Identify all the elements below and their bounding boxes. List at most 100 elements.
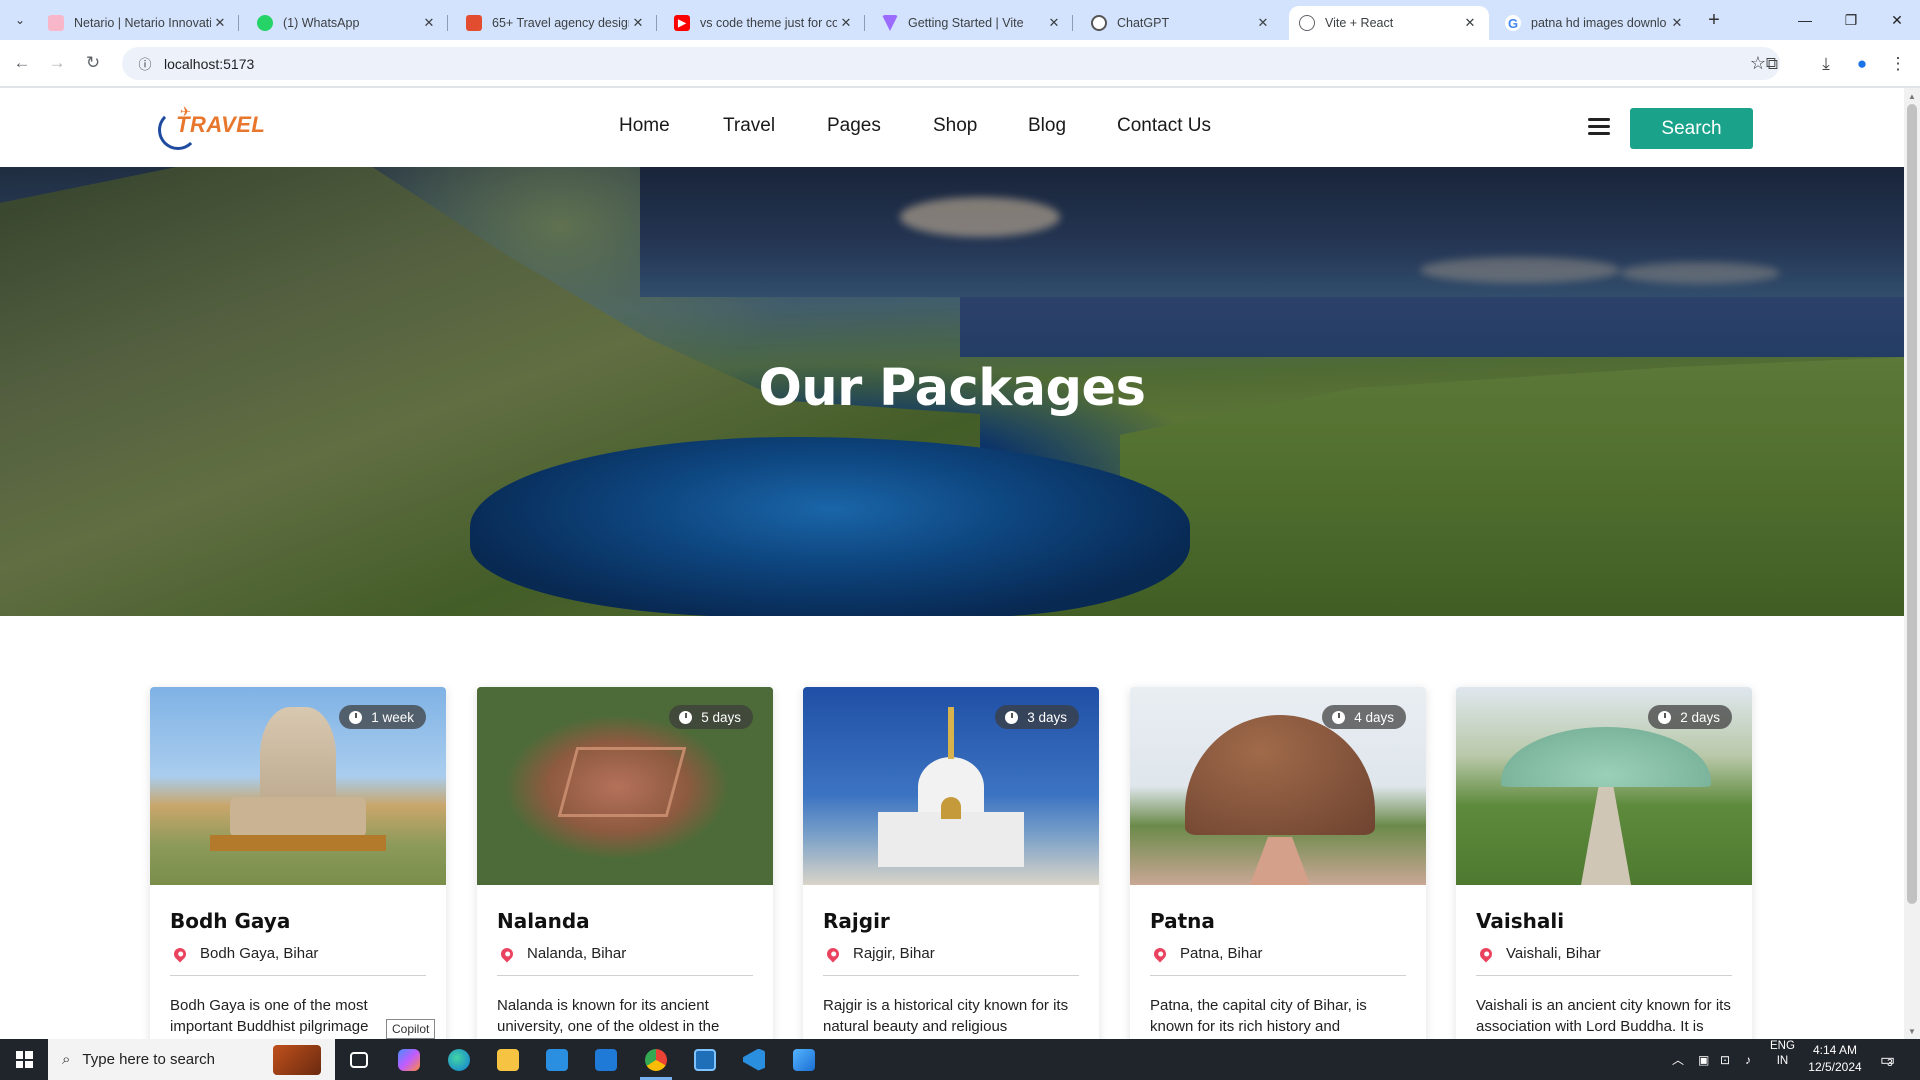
package-card[interactable]: 5 days Nalanda Nalanda, Bihar Nalanda is… <box>477 687 773 1039</box>
package-description: Patna, the capital city of Bihar, is kno… <box>1150 997 1367 1035</box>
address-url[interactable]: localhost:5173 <box>164 56 254 72</box>
browser-tab[interactable]: Getting Started | Vite ✕ <box>872 6 1073 40</box>
browser-tab-active[interactable]: Vite + React ✕ <box>1289 6 1489 40</box>
browser-tab[interactable]: ChatGPT ✕ <box>1081 6 1282 40</box>
tab-close-icon[interactable]: ✕ <box>837 14 855 32</box>
nav-shop[interactable]: Shop <box>933 115 977 137</box>
page-scrollbar[interactable]: ▲ ▼ <box>1904 88 1920 1039</box>
search-highlight-image <box>273 1045 321 1075</box>
browser-tab[interactable]: (1) WhatsApp ✕ <box>247 6 448 40</box>
hero-banner: Our Packages <box>0 167 1904 616</box>
location-pin-icon <box>498 945 516 962</box>
extensions-icon[interactable]: ⧉ <box>1760 52 1784 76</box>
tab-favicon-icon <box>1299 15 1315 31</box>
forward-icon[interactable]: → <box>44 50 70 76</box>
nav-home[interactable]: Home <box>619 115 670 137</box>
browser-tab[interactable]: 65+ Travel agency design ✕ <box>456 6 657 40</box>
copilot-icon[interactable] <box>385 1039 433 1080</box>
volume-icon[interactable]: ♪ <box>1745 1039 1751 1080</box>
chrome-icon[interactable] <box>632 1039 680 1080</box>
package-card[interactable]: 3 days Rajgir Rajgir, Bihar Rajgir is a … <box>803 687 1099 1039</box>
site-logo[interactable]: ✈ TRAVEL <box>158 104 265 152</box>
tab-title: ChatGPT <box>1117 16 1170 30</box>
file-explorer-icon[interactable] <box>484 1039 532 1080</box>
taskbar-search-box[interactable]: ⌕ Type here to search <box>48 1039 335 1080</box>
restore-icon[interactable]: ❐ <box>1828 0 1874 40</box>
mail-icon[interactable] <box>582 1039 630 1080</box>
tab-close-icon[interactable]: ✕ <box>1254 14 1272 32</box>
edge-icon[interactable] <box>435 1039 483 1080</box>
location-text: Patna, Bihar <box>1180 945 1263 962</box>
start-button[interactable] <box>0 1039 48 1080</box>
browser-tab-strip: ⌄ Netario | Netario Innovati ✕ (1) Whats… <box>0 0 1920 40</box>
tab-separator <box>447 15 448 31</box>
nav-contact-us[interactable]: Contact Us <box>1117 115 1211 137</box>
nav-travel[interactable]: Travel <box>723 115 775 137</box>
windows-taskbar: ⌕ Type here to search ︿ ▣ ⊡ ♪ ENG IN 4:1… <box>0 1039 1920 1080</box>
nav-blog[interactable]: Blog <box>1028 115 1066 137</box>
scrollbar-thumb[interactable] <box>1907 104 1917 904</box>
system-clock[interactable]: 4:14 AM 12/5/2024 <box>1800 1042 1870 1076</box>
show-hidden-icons-icon[interactable]: ︿ <box>1672 1039 1684 1080</box>
package-name: Rajgir <box>823 909 890 933</box>
package-card[interactable]: 4 days Patna Patna, Bihar Patna, the cap… <box>1130 687 1426 1039</box>
vscode-icon[interactable] <box>730 1039 778 1080</box>
tab-title: Vite + React <box>1325 16 1394 30</box>
tab-close-icon[interactable]: ✕ <box>1045 14 1063 32</box>
package-location: Nalanda, Bihar <box>497 945 626 962</box>
duration-badge: 1 week <box>339 705 426 729</box>
site-info-icon[interactable]: ⓘ <box>130 54 160 73</box>
tab-close-icon[interactable]: ✕ <box>1668 14 1686 32</box>
tab-favicon-icon <box>882 15 898 31</box>
minimize-icon[interactable]: — <box>1782 0 1828 40</box>
browser-tab[interactable]: G patna hd images downlo ✕ <box>1495 6 1696 40</box>
tab-close-icon[interactable]: ✕ <box>211 14 229 32</box>
tab-title: Netario | Netario Innovati <box>74 16 211 30</box>
duration-text: 2 days <box>1680 709 1720 725</box>
package-card[interactable]: 1 week Bodh Gaya Bodh Gaya, Bihar Bodh G… <box>150 687 446 1039</box>
card-divider <box>1150 975 1406 976</box>
package-name: Patna <box>1150 909 1215 933</box>
clock-date: 12/5/2024 <box>1808 1060 1862 1074</box>
duration-text: 4 days <box>1354 709 1394 725</box>
meet-now-icon[interactable]: ▣ <box>1698 1039 1709 1080</box>
address-bar[interactable]: ⓘ localhost:5173 ☆ <box>122 47 1780 80</box>
notification-center[interactable]: ▭ 3 <box>1880 1039 1895 1080</box>
duration-badge: 2 days <box>1648 705 1732 729</box>
tab-close-icon[interactable]: ✕ <box>629 14 647 32</box>
package-cards: 1 week Bodh Gaya Bodh Gaya, Bihar Bodh G… <box>150 687 1755 1039</box>
search-icon: ⌕ <box>62 1051 71 1068</box>
scroll-up-icon[interactable]: ▲ <box>1904 88 1920 104</box>
location-pin-icon <box>824 945 842 962</box>
tab-favicon-icon: ▶ <box>674 15 690 31</box>
package-location: Vaishali, Bihar <box>1476 945 1601 962</box>
network-icon[interactable]: ⊡ <box>1720 1039 1730 1080</box>
card-divider <box>497 975 753 976</box>
microsoft-store-icon[interactable] <box>533 1039 581 1080</box>
browser-tab[interactable]: Netario | Netario Innovati ✕ <box>38 6 239 40</box>
search-button[interactable]: Search <box>1630 108 1753 149</box>
terminal-app-icon[interactable] <box>681 1039 729 1080</box>
tab-close-icon[interactable]: ✕ <box>420 14 438 32</box>
hamburger-menu-icon[interactable] <box>1588 118 1610 136</box>
duration-text: 3 days <box>1027 709 1067 725</box>
new-tab-icon[interactable]: + <box>1702 8 1726 32</box>
profile-avatar-icon[interactable]: ● <box>1850 52 1874 76</box>
azure-app-icon[interactable] <box>780 1039 828 1080</box>
tab-close-icon[interactable]: ✕ <box>1461 14 1479 32</box>
page-title: Our Packages <box>758 359 1146 418</box>
downloads-icon[interactable]: ⤓ <box>1814 52 1838 76</box>
browser-menu-icon[interactable]: ⋮ <box>1886 52 1910 76</box>
tab-separator <box>864 15 865 31</box>
close-window-icon[interactable]: ✕ <box>1874 0 1920 40</box>
nav-pages[interactable]: Pages <box>827 115 881 137</box>
browser-tab[interactable]: ▶ vs code theme just for co ✕ <box>664 6 865 40</box>
tab-search-dropdown-icon[interactable]: ⌄ <box>6 6 34 34</box>
reload-icon[interactable]: ↻ <box>80 50 106 76</box>
duration-badge: 5 days <box>669 705 753 729</box>
package-card[interactable]: 2 days Vaishali Vaishali, Bihar Vaishali… <box>1456 687 1752 1039</box>
scroll-down-icon[interactable]: ▼ <box>1904 1023 1920 1039</box>
task-view-icon[interactable] <box>335 1039 383 1080</box>
language-indicator[interactable]: ENG IN <box>1770 1039 1795 1080</box>
back-icon[interactable]: ← <box>9 50 35 76</box>
